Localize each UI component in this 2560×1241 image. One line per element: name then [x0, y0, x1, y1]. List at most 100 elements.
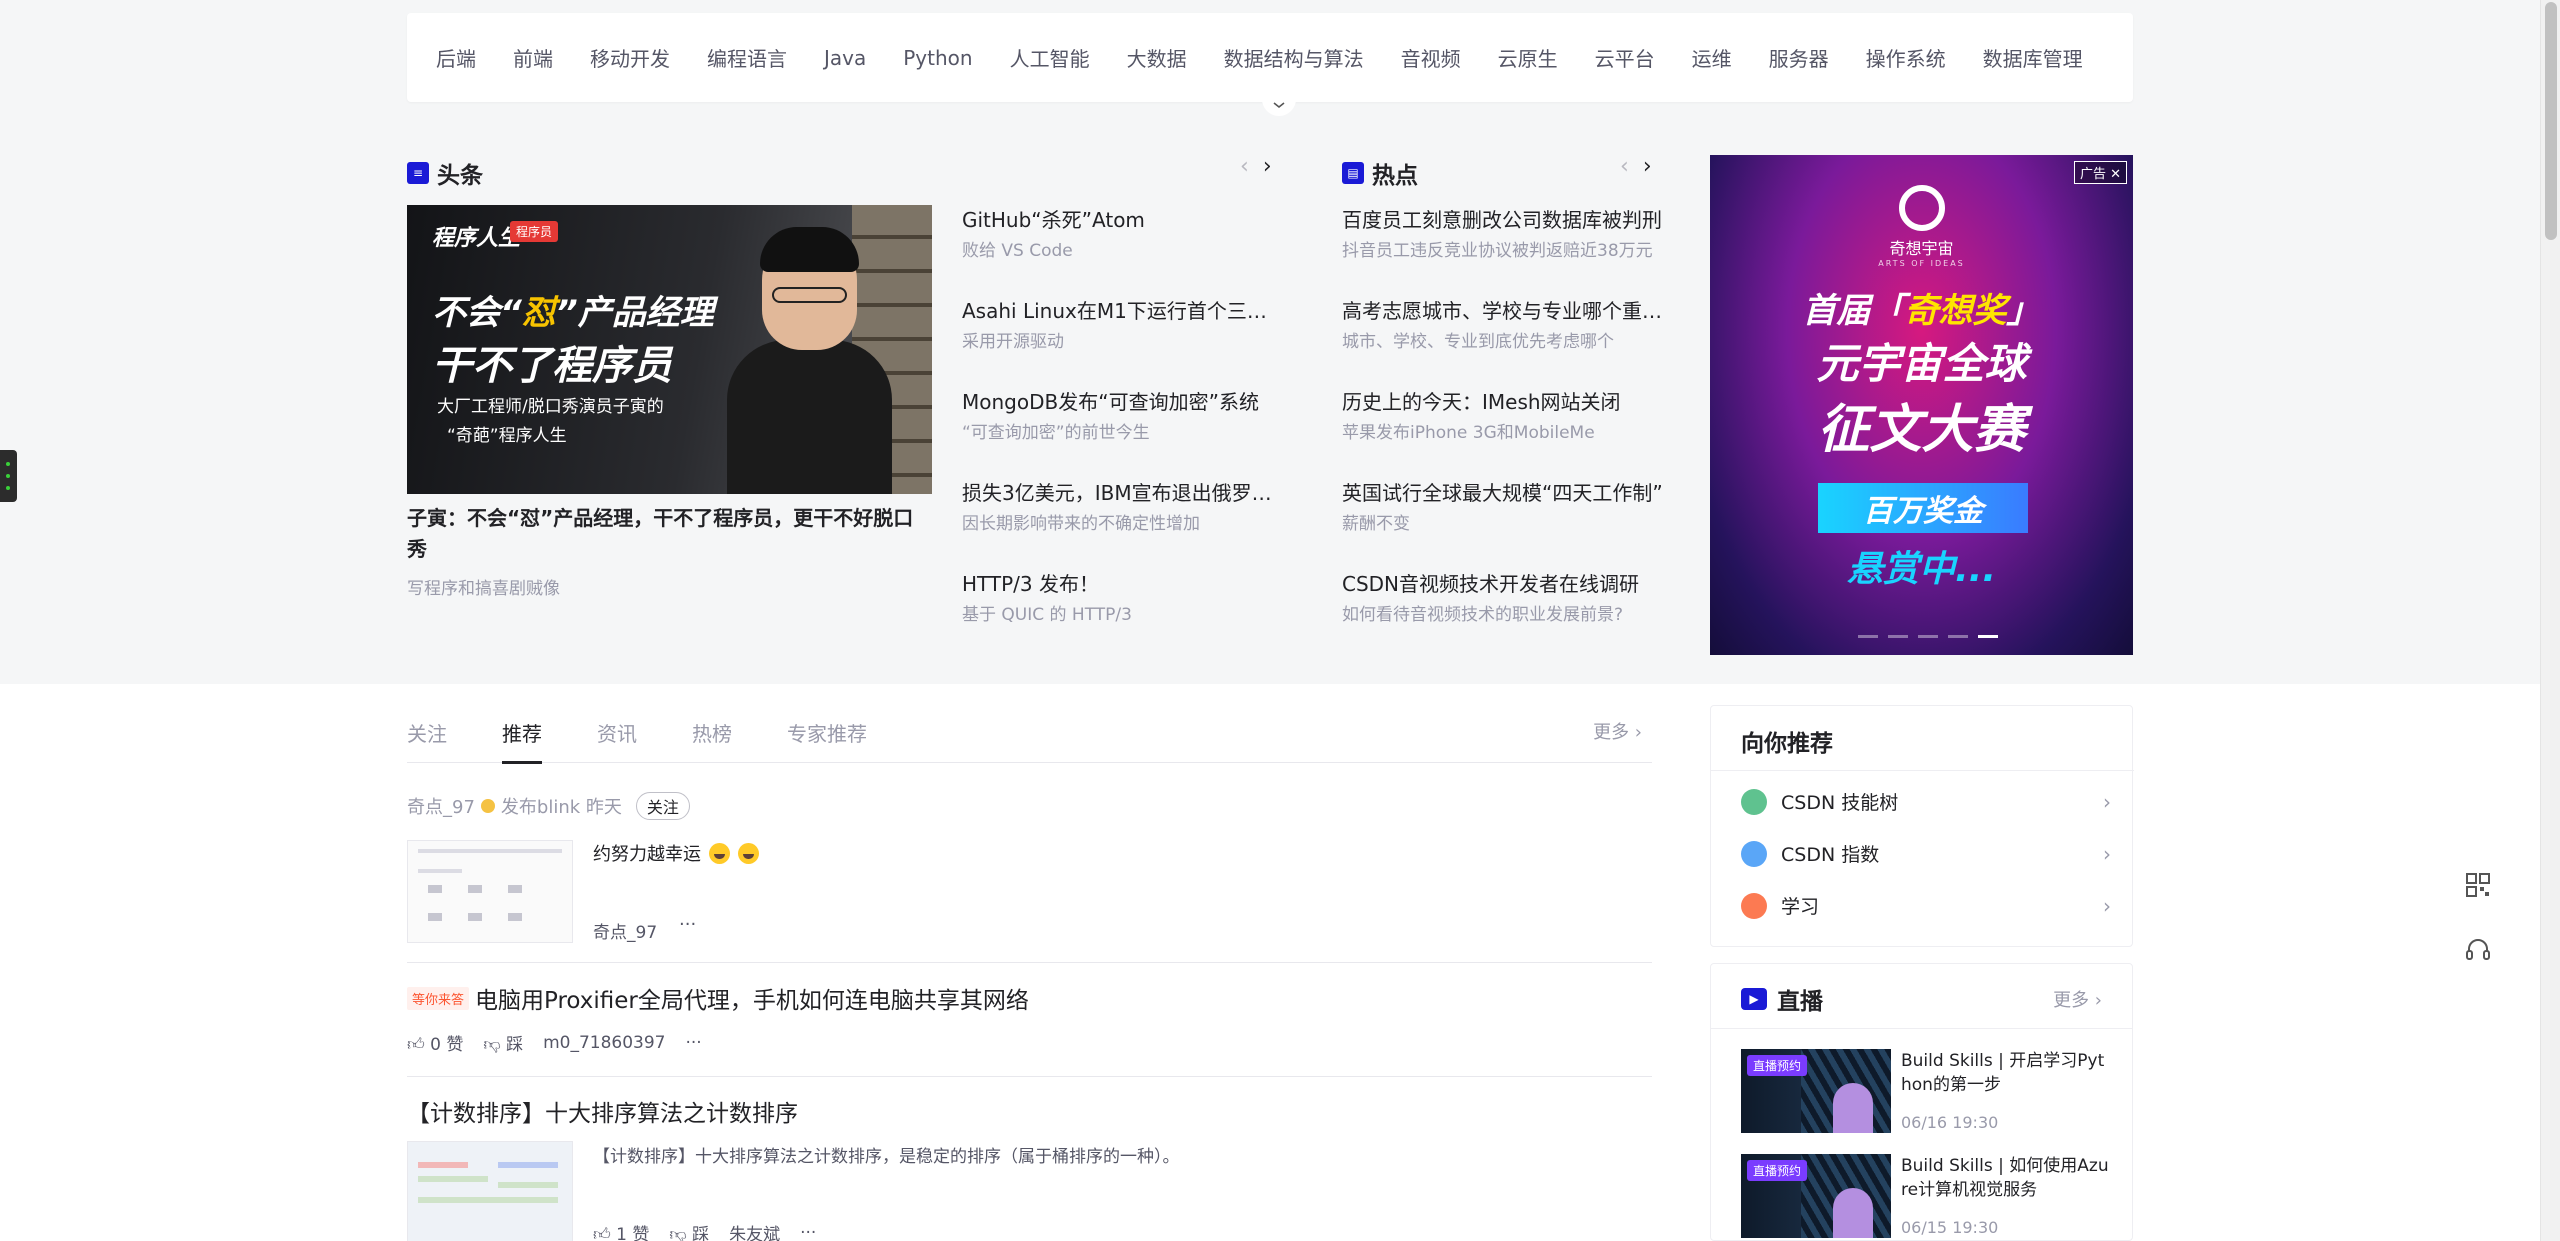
category-nav: 后端 前端 移动开发 编程语言 Java Python 人工智能 大数据 数据结…	[407, 13, 2133, 116]
tab-hot-list[interactable]: 热榜	[692, 718, 732, 763]
live-thumbnail[interactable]: 直播预约	[1741, 1154, 1891, 1238]
live-more-link[interactable]: 更多 ›	[2053, 986, 2102, 1012]
headline-subtitle: 写程序和搞喜剧贼像	[407, 579, 560, 599]
scrollbar-thumb[interactable]	[2545, 2, 2557, 240]
divider	[407, 1076, 1652, 1077]
recommend-item-index[interactable]: CSDN 指数 ›	[1741, 840, 2111, 867]
article-thumbnail[interactable]	[407, 1141, 573, 1241]
live-thumbnail[interactable]: 直播预约	[1741, 1049, 1891, 1133]
headline-image[interactable]: 程序人生 程序员 不会“怼”产品经理 干不了程序员 大厂工程师/脱口秀演员子寅的…	[407, 205, 932, 494]
hot-section-header: ▤ 热点	[1342, 156, 1418, 190]
tab-news[interactable]: 资讯	[597, 718, 637, 763]
like-button[interactable]: 👍︎ 1 赞	[593, 1220, 649, 1241]
image-headline-line1: 不会“怼”产品经理	[432, 293, 714, 333]
hot-section-title: 热点	[1372, 163, 1418, 189]
blink-user[interactable]: 奇点_97	[407, 793, 475, 819]
live-item[interactable]: 直播预约 Build Skills | 如何使用Azure计算机视觉服务 06/…	[1741, 1154, 2111, 1238]
headline-section-title: 头条	[437, 163, 483, 189]
skill-tree-icon	[1741, 788, 1767, 815]
feed-tabs: 关注 推荐 资讯 热榜 专家推荐 更多 ›	[407, 718, 1652, 764]
ad-carousel-dots[interactable]	[1858, 635, 1998, 638]
live-item-title[interactable]: Build Skills | 开启学习Python的第一步	[1901, 1049, 2111, 1097]
tab-recommend[interactable]: 推荐	[502, 718, 542, 764]
chevron-right-icon[interactable]: ›	[1643, 156, 1652, 178]
dislike-button[interactable]: 👎︎ 踩	[483, 1030, 523, 1055]
follow-button[interactable]: 关注	[635, 792, 690, 820]
blink-thumbnail[interactable]	[407, 840, 573, 943]
more-options-icon[interactable]: ···	[800, 1223, 816, 1241]
list-item[interactable]: 高考志愿城市、学校与专业哪个重要？ 城市、学校、专业到底优先考虑哪个	[1342, 298, 1664, 389]
nav-item-cloud-platform[interactable]: 云平台	[1595, 43, 1655, 72]
blink-action: 发布blink 昨天	[500, 797, 622, 818]
dislike-button[interactable]: 👎︎ 踩	[669, 1220, 709, 1241]
chevron-right-icon[interactable]: ›	[1263, 156, 1272, 178]
hot-carousel-arrows: ‹ ›	[1620, 156, 1652, 178]
nav-item-server[interactable]: 服务器	[1769, 43, 1829, 72]
nav-item-frontend[interactable]: 前端	[513, 43, 553, 72]
nav-item-java[interactable]: Java	[824, 46, 866, 70]
list-item[interactable]: 英国试行全球最大规模“四天工作制” 薪酬不变	[1342, 480, 1664, 571]
chevron-left-icon[interactable]: ‹	[1620, 156, 1629, 178]
nav-item-backend[interactable]: 后端	[436, 43, 476, 72]
ad-close-tag[interactable]: 广告 ✕	[2073, 161, 2127, 184]
article-title-row[interactable]: 【计数排序】十大排序算法之计数排序	[407, 1094, 798, 1128]
more-options-icon[interactable]: ···	[685, 1033, 701, 1053]
live-header: ▶ 直播	[1741, 982, 1823, 1016]
nav-item-ops[interactable]: 运维	[1692, 43, 1732, 72]
headline-carousel-arrows: ‹ ›	[1240, 156, 1272, 178]
nav-item-bigdata[interactable]: 大数据	[1127, 43, 1187, 72]
recommend-item-skill-tree[interactable]: CSDN 技能树 ›	[1741, 788, 2111, 815]
like-button[interactable]: 👍︎ 0 赞	[407, 1030, 463, 1055]
ad-headline-line3: 征文大赛	[1817, 400, 2026, 460]
qr-code-icon[interactable]	[2463, 870, 2493, 900]
live-item-title[interactable]: Build Skills | 如何使用Azure计算机视觉服务	[1901, 1154, 2111, 1202]
nav-item-database[interactable]: 数据库管理	[1983, 43, 2083, 72]
nav-expand-button[interactable]	[1262, 94, 1296, 116]
list-item[interactable]: 百度员工刻意删改公司数据库被判刑 抖音员工违反竞业协议被判返赔近38万元	[1342, 207, 1664, 298]
list-item[interactable]: MongoDB发布“可查询加密”系统 “可查询加密”的前世今生	[962, 389, 1282, 480]
side-toolbar-handle[interactable]	[0, 450, 17, 502]
blink-header: 奇点_97 发布blink 昨天 关注	[407, 792, 690, 820]
ad-headline-line4: 悬赏中...	[1846, 549, 1997, 590]
article-meta: 👍︎ 0 赞 👎︎ 踩 m0_71860397 ···	[407, 1030, 702, 1056]
article-title-row[interactable]: 等你来答 电脑用Proxifier全局代理，手机如何连电脑共享其网络	[407, 981, 1029, 1015]
tab-expert[interactable]: 专家推荐	[787, 718, 867, 763]
feed-more-link[interactable]: 更多 ›	[1593, 718, 1642, 744]
grin-emoji-icon	[709, 842, 730, 864]
list-item[interactable]: 损失3亿美元，IBM宣布退出俄罗斯市场 因长期影响带来的不确定性增加	[962, 480, 1282, 571]
list-item[interactable]: Asahi Linux在M1下运行首个三角形 采用开源驱动	[962, 298, 1282, 389]
list-item[interactable]: GitHub“杀死”Atom 败给 VS Code	[962, 207, 1282, 298]
nav-item-languages[interactable]: 编程语言	[707, 43, 787, 72]
list-item[interactable]: CSDN音视频技术开发者在线调研 如何看待音视频技术的职业发展前景?	[1342, 571, 1664, 662]
nav-item-algorithms[interactable]: 数据结构与算法	[1224, 43, 1364, 72]
chevron-left-icon[interactable]: ‹	[1240, 156, 1249, 178]
headline-title[interactable]: 子寅：不会“怼”产品经理，干不了程序员，更干不好脱口秀	[407, 503, 932, 565]
article-author[interactable]: m0_71860397	[543, 1033, 665, 1053]
tab-follow[interactable]: 关注	[407, 718, 447, 763]
blink-author[interactable]: 奇点_97	[593, 918, 657, 943]
live-reserve-tag: 直播预约	[1747, 1160, 1808, 1181]
live-item-time: 06/15 19:30	[1901, 1218, 1999, 1237]
nav-item-cloud-native[interactable]: 云原生	[1498, 43, 1558, 72]
nav-item-python[interactable]: Python	[903, 46, 972, 70]
article-title[interactable]: 电脑用Proxifier全局代理，手机如何连电脑共享其网络	[475, 981, 1029, 1015]
nav-item-os[interactable]: 操作系统	[1866, 43, 1946, 72]
live-item[interactable]: 直播预约 Build Skills | 开启学习Python的第一步 06/16…	[1741, 1049, 2111, 1133]
ad-banner[interactable]: 广告 ✕ 奇想宇宙 ARTS OF IDEAS 首届「奇想奖」 元宇宙全球 征文…	[1710, 155, 2133, 655]
nav-item-av[interactable]: 音视频	[1401, 43, 1461, 72]
customer-service-icon[interactable]	[2463, 935, 2493, 965]
more-options-icon[interactable]: ···	[679, 914, 696, 935]
list-item[interactable]: HTTP/3 发布！ 基于 QUIC 的 HTTP/3	[962, 571, 1282, 662]
blink-text[interactable]: 约努力越幸运	[593, 840, 759, 866]
page-scrollbar[interactable]	[2540, 0, 2560, 1241]
grin-emoji-icon	[738, 842, 759, 864]
nav-item-mobile[interactable]: 移动开发	[590, 43, 670, 72]
article-meta: 👍︎ 1 赞 👎︎ 踩 朱友斌 ···	[593, 1220, 816, 1241]
recommend-item-learn[interactable]: 学习 ›	[1741, 892, 2111, 919]
nav-item-ai[interactable]: 人工智能	[1010, 43, 1090, 72]
list-item[interactable]: 历史上的今天：IMesh网站关闭 苹果发布iPhone 3G和MobileMe	[1342, 389, 1664, 480]
article-title[interactable]: 【计数排序】十大排序算法之计数排序	[407, 1094, 798, 1128]
recommend-card: 向你推荐 CSDN 技能树 › CSDN 指数 › 学习 ›	[1710, 705, 2134, 947]
article-author[interactable]: 朱友斌	[729, 1220, 780, 1241]
category-nav-items: 后端 前端 移动开发 编程语言 Java Python 人工智能 大数据 数据结…	[436, 13, 2120, 102]
